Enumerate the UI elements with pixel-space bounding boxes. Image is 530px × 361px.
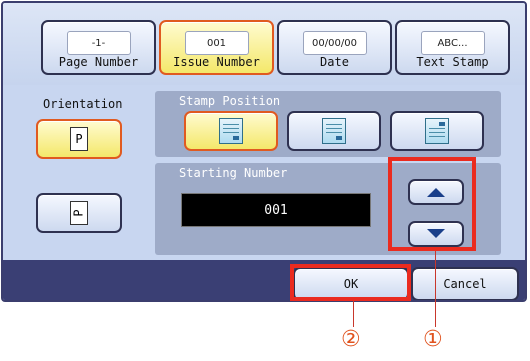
orientation-portrait-button[interactable]: P [36,119,122,159]
arrow-buttons-highlight [388,157,476,251]
tab-page-number[interactable]: -1- Page Number [41,20,156,75]
orientation-landscape-button[interactable]: P [36,193,122,233]
date-sample: 00/00/00 [302,31,367,55]
arrows-callout-line [435,251,436,327]
ok-button-highlight [290,264,411,301]
text-stamp-sample: ABC... [420,31,485,55]
top-right-position-icon [425,118,449,144]
ok-step-marker: ② [341,327,361,352]
tab-date[interactable]: 00/00/00 Date [277,20,392,75]
orientation-label: Orientation [43,97,123,111]
starting-number-display: 001 [181,193,371,227]
stamp-dialog: -1- Page Number 001 Issue Number 00/00/0… [1,1,527,302]
landscape-letter: P [71,209,86,217]
bottom-right-position-icon [219,118,243,144]
position-top-right-button[interactable] [390,111,484,151]
cancel-button[interactable]: Cancel [411,267,519,300]
landscape-sheet-icon: P [70,201,88,225]
stamp-position-title: Stamp Position [179,94,281,108]
arrows-step-marker: ① [423,327,443,352]
tab-date-label: Date [320,55,349,69]
position-bottom-right-button[interactable] [184,111,278,151]
tab-text-stamp[interactable]: ABC... Text Stamp [395,20,510,75]
portrait-sheet-icon: P [70,127,88,151]
page-number-sample: -1- [66,31,131,55]
tab-text-stamp-label: Text Stamp [416,55,489,69]
tab-issue-number[interactable]: 001 Issue Number [159,20,274,75]
tab-issue-number-label: Issue Number [173,55,260,69]
portrait-letter: P [75,132,83,146]
starting-number-title: Starting Number [179,166,288,180]
tab-page-number-label: Page Number [58,55,139,69]
bottom-center-position-icon [322,118,346,144]
ok-callout-line [353,301,354,327]
position-bottom-center-button[interactable] [287,111,381,151]
cancel-button-label: Cancel [443,277,487,291]
issue-number-sample: 001 [184,31,249,55]
